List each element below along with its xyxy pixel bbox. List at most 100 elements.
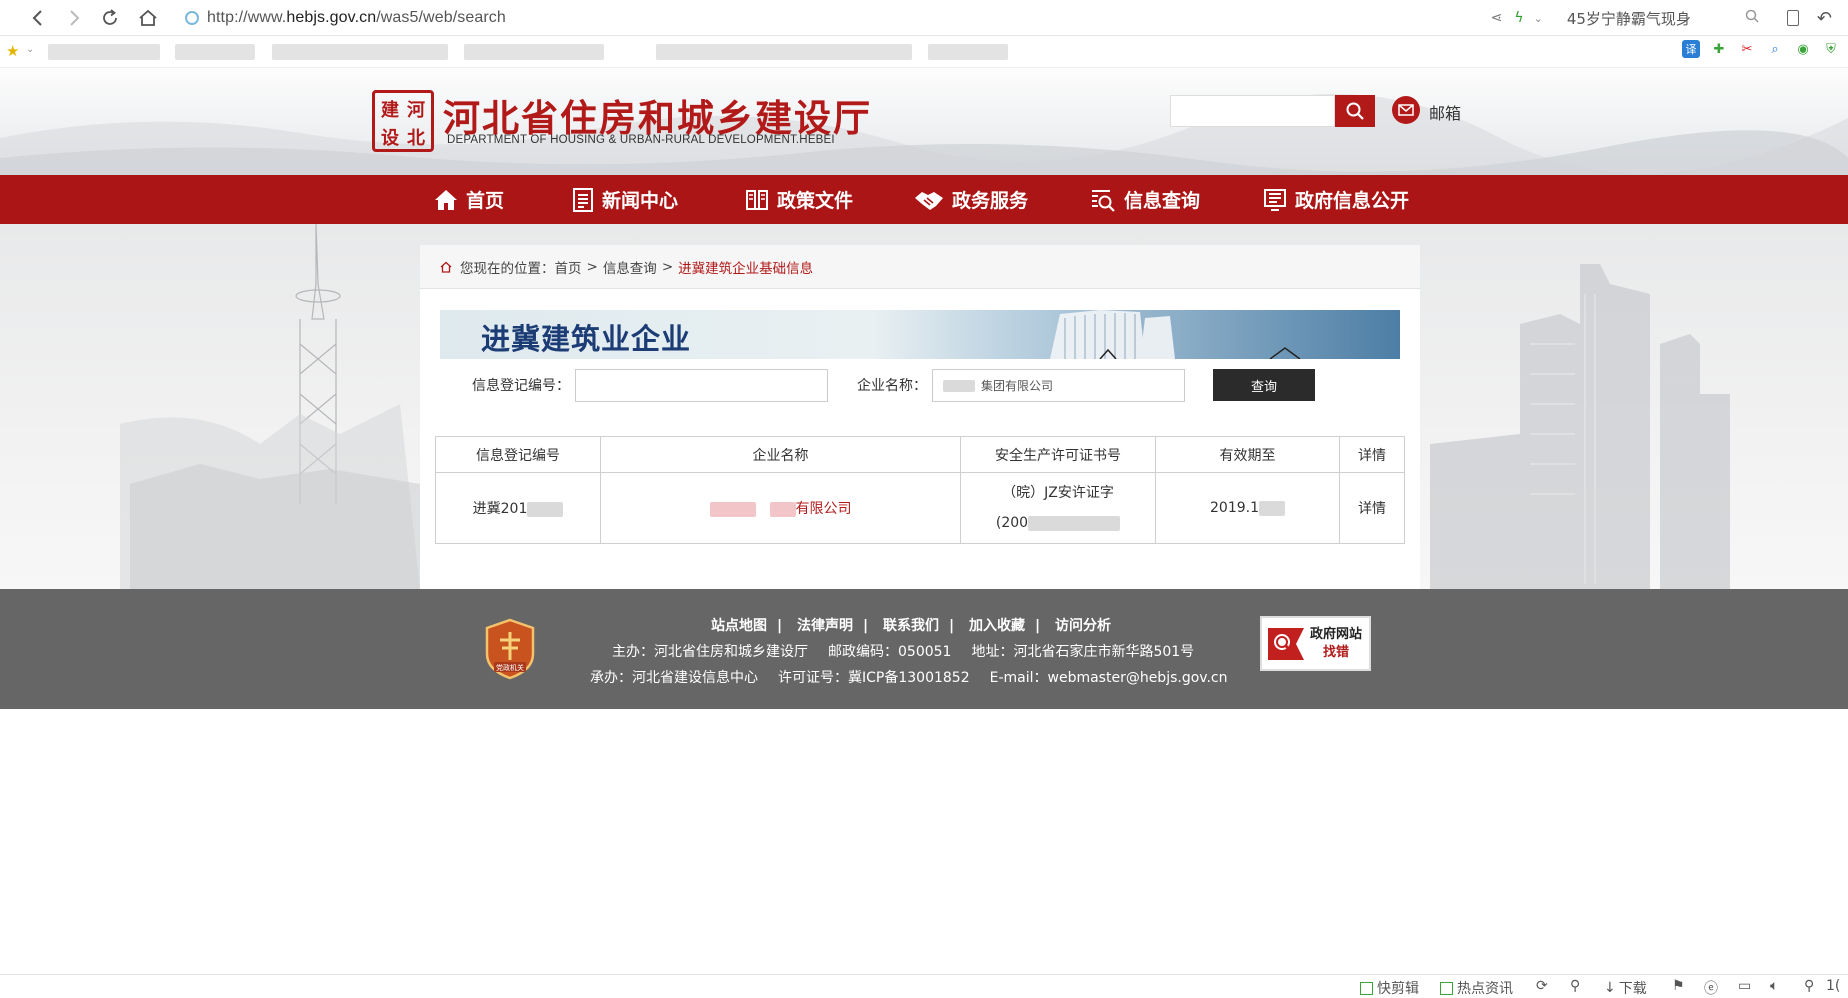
url-text: http://www.hebjs.gov.cn/was5/web/search bbox=[207, 9, 506, 26]
magnifier-list-icon bbox=[1092, 189, 1115, 212]
mail-icon[interactable] bbox=[1392, 96, 1420, 124]
mountain-background bbox=[0, 93, 1848, 175]
main-content: 您现在的位置： 首页 > 信息查询 > 进冀建筑企业基础信息 进冀建筑业企业 信… bbox=[420, 245, 1420, 589]
nav-item-home[interactable]: 首页 bbox=[434, 175, 504, 224]
extension-icon[interactable]: ✚ bbox=[1710, 40, 1728, 58]
bookmark-item[interactable] bbox=[464, 44, 604, 60]
footer-link-contact[interactable]: 联系我们 bbox=[883, 618, 939, 634]
book-icon bbox=[746, 189, 768, 210]
cell-company-name[interactable]: 有限公司 bbox=[600, 472, 961, 544]
footer-link-sitemap[interactable]: 站点地图 bbox=[711, 618, 767, 634]
column-header: 有效期至 bbox=[1155, 436, 1340, 473]
column-header: 安全生产许可证书号 bbox=[960, 436, 1156, 473]
favorites-star-icon[interactable]: ★ bbox=[6, 42, 19, 60]
reg-no-label: 信息登记编号： bbox=[472, 378, 570, 394]
address-bar[interactable]: http://www.hebjs.gov.cn/was5/web/search bbox=[185, 4, 1465, 32]
footer-link-favorite[interactable]: 加入收藏 bbox=[969, 618, 1025, 634]
reload-icon[interactable] bbox=[98, 6, 122, 30]
translate-icon[interactable]: 译 bbox=[1682, 40, 1700, 58]
banner-title: 进冀建筑业企业 bbox=[481, 322, 692, 356]
query-button[interactable]: 查询 bbox=[1213, 369, 1315, 401]
nav-item-news[interactable]: 新闻中心 bbox=[572, 175, 678, 224]
mail-link[interactable]: 邮箱 bbox=[1429, 100, 1461, 124]
search-icon bbox=[1346, 102, 1364, 120]
volume-icon[interactable]: 🔈︎ bbox=[1770, 978, 1778, 994]
download-button[interactable]: ↓ 下载 bbox=[1604, 978, 1647, 998]
gov-site-error-button[interactable]: 政府网站 找错 bbox=[1260, 616, 1371, 671]
nav-item-gov-info[interactable]: 政府信息公开 bbox=[1263, 175, 1409, 224]
main-nav: 首页 新闻中心 政策文件 政务服务 信息查询 政府信息公开 bbox=[0, 175, 1848, 224]
share-icon[interactable]: ⋖ bbox=[1491, 10, 1503, 26]
party-gov-badge-icon[interactable]: 党政机关 bbox=[484, 618, 536, 680]
bookmark-item[interactable] bbox=[48, 44, 160, 60]
refresh-icon[interactable]: ⟳ bbox=[1536, 978, 1548, 994]
home-icon[interactable] bbox=[136, 6, 160, 30]
back-icon[interactable] bbox=[26, 6, 50, 30]
bookmarks-bar: ★ ⌄ 译 ✚ ✂ ⌕ ◉ ⛨ bbox=[0, 36, 1848, 68]
pin-icon[interactable]: ⚲ bbox=[1570, 978, 1580, 994]
column-header: 企业名称 bbox=[600, 436, 961, 473]
site-info-icon[interactable] bbox=[185, 11, 199, 25]
breadcrumb-query[interactable]: 信息查询 bbox=[603, 257, 657, 277]
logo-seal[interactable]: 建 河 设 北 bbox=[372, 90, 434, 152]
breadcrumb-current: 进冀建筑企业基础信息 bbox=[678, 260, 814, 277]
shield-icon[interactable]: ⛨ bbox=[1822, 40, 1840, 58]
bookmark-item[interactable] bbox=[928, 44, 1008, 60]
search-icon[interactable] bbox=[1745, 9, 1759, 27]
breadcrumb-home[interactable]: 首页 bbox=[555, 257, 582, 277]
site-search-input[interactable] bbox=[1170, 95, 1335, 127]
search-icon[interactable]: ⌕ bbox=[1766, 40, 1784, 58]
table-header-row: 信息登记编号 企业名称 安全生产许可证书号 有效期至 详情 bbox=[435, 436, 1405, 473]
reg-no-input[interactable] bbox=[575, 369, 828, 402]
zoom-level[interactable]: 1( bbox=[1826, 978, 1840, 994]
column-header: 信息登记编号 bbox=[435, 436, 601, 473]
ie-icon[interactable]: ⓔ bbox=[1704, 978, 1718, 998]
game-icon[interactable]: ◉ bbox=[1794, 40, 1812, 58]
chevron-down-icon[interactable]: ⌄ bbox=[1534, 12, 1543, 25]
bookmark-item[interactable] bbox=[656, 44, 912, 60]
list-icon bbox=[1264, 188, 1286, 211]
bookmark-item[interactable] bbox=[272, 44, 448, 60]
download-icon: ↓ bbox=[1604, 980, 1616, 996]
hot-news-button[interactable]: 热点资讯 bbox=[1440, 978, 1513, 998]
site-search-button[interactable] bbox=[1335, 95, 1375, 127]
detail-link[interactable]: 详情 bbox=[1339, 472, 1405, 544]
chevron-down-icon[interactable]: ⌄ bbox=[26, 44, 34, 55]
footer-link-legal[interactable]: 法律声明 bbox=[797, 618, 853, 634]
section-banner: 进冀建筑业企业 bbox=[440, 310, 1400, 359]
lightning-icon[interactable]: ϟ bbox=[1514, 10, 1523, 26]
scissors-icon[interactable]: ✂ bbox=[1738, 40, 1756, 58]
column-header: 详情 bbox=[1339, 436, 1405, 473]
home-icon bbox=[440, 261, 452, 273]
clip-icon bbox=[1360, 981, 1373, 995]
footer-info-line: 承办：河北省建设信息中心 许可证号：冀ICP备13001852 E-mail：web… bbox=[590, 670, 1228, 686]
handshake-icon bbox=[915, 191, 943, 210]
nav-item-service[interactable]: 政务服务 bbox=[914, 175, 1028, 224]
hot-search-text[interactable]: 45岁宁静霸气现身 bbox=[1567, 8, 1691, 29]
browser-toolbar: http://www.hebjs.gov.cn/was5/web/search … bbox=[0, 0, 1848, 36]
flag-icon[interactable]: ⚑ bbox=[1672, 978, 1685, 994]
masked-text bbox=[943, 379, 975, 392]
quick-clip-button[interactable]: 快剪辑 bbox=[1360, 978, 1419, 998]
magnifier-flag-icon bbox=[1268, 627, 1304, 660]
browser-statusbar: 快剪辑 热点资讯 ⟳ ⚲ ↓ 下载 ⚑ ⓔ ▭ 🔈︎ ⚲ 1( bbox=[0, 974, 1848, 997]
site-header: 建 河 设 北 河北省住房和城乡建设厅 DEPARTMENT OF HOUSIN… bbox=[0, 68, 1848, 175]
cell-license-no: （晥）JZ安许证字 (200 bbox=[960, 472, 1156, 544]
window-icon[interactable]: ▭ bbox=[1738, 978, 1751, 994]
company-name-input[interactable]: 集团有限公司 bbox=[932, 369, 1185, 402]
news-icon bbox=[573, 187, 593, 212]
site-footer: 党政机关 站点地图 | 法律声明 | 联系我们 | 加入收藏 | 访问分析 主办：河北省… bbox=[0, 589, 1848, 709]
breadcrumb: 您现在的位置： 首页 > 信息查询 > 进冀建筑企业基础信息 bbox=[420, 245, 1420, 289]
footer-link-analytics[interactable]: 访问分析 bbox=[1055, 618, 1111, 634]
cell-valid-until: 2019.1 bbox=[1155, 472, 1340, 544]
zoom-icon[interactable]: ⚲ bbox=[1804, 978, 1814, 994]
undo-icon[interactable]: ↶ bbox=[1817, 8, 1832, 29]
bookmark-item[interactable] bbox=[175, 44, 255, 60]
forward-icon[interactable] bbox=[62, 6, 86, 30]
cell-reg-no: 进冀201 bbox=[435, 472, 601, 544]
nav-item-query[interactable]: 信息查询 bbox=[1090, 175, 1200, 224]
company-name-label: 企业名称： bbox=[857, 378, 927, 394]
home-icon bbox=[435, 189, 457, 210]
nav-item-policy[interactable]: 政策文件 bbox=[745, 175, 853, 224]
phone-icon[interactable] bbox=[1786, 10, 1799, 26]
